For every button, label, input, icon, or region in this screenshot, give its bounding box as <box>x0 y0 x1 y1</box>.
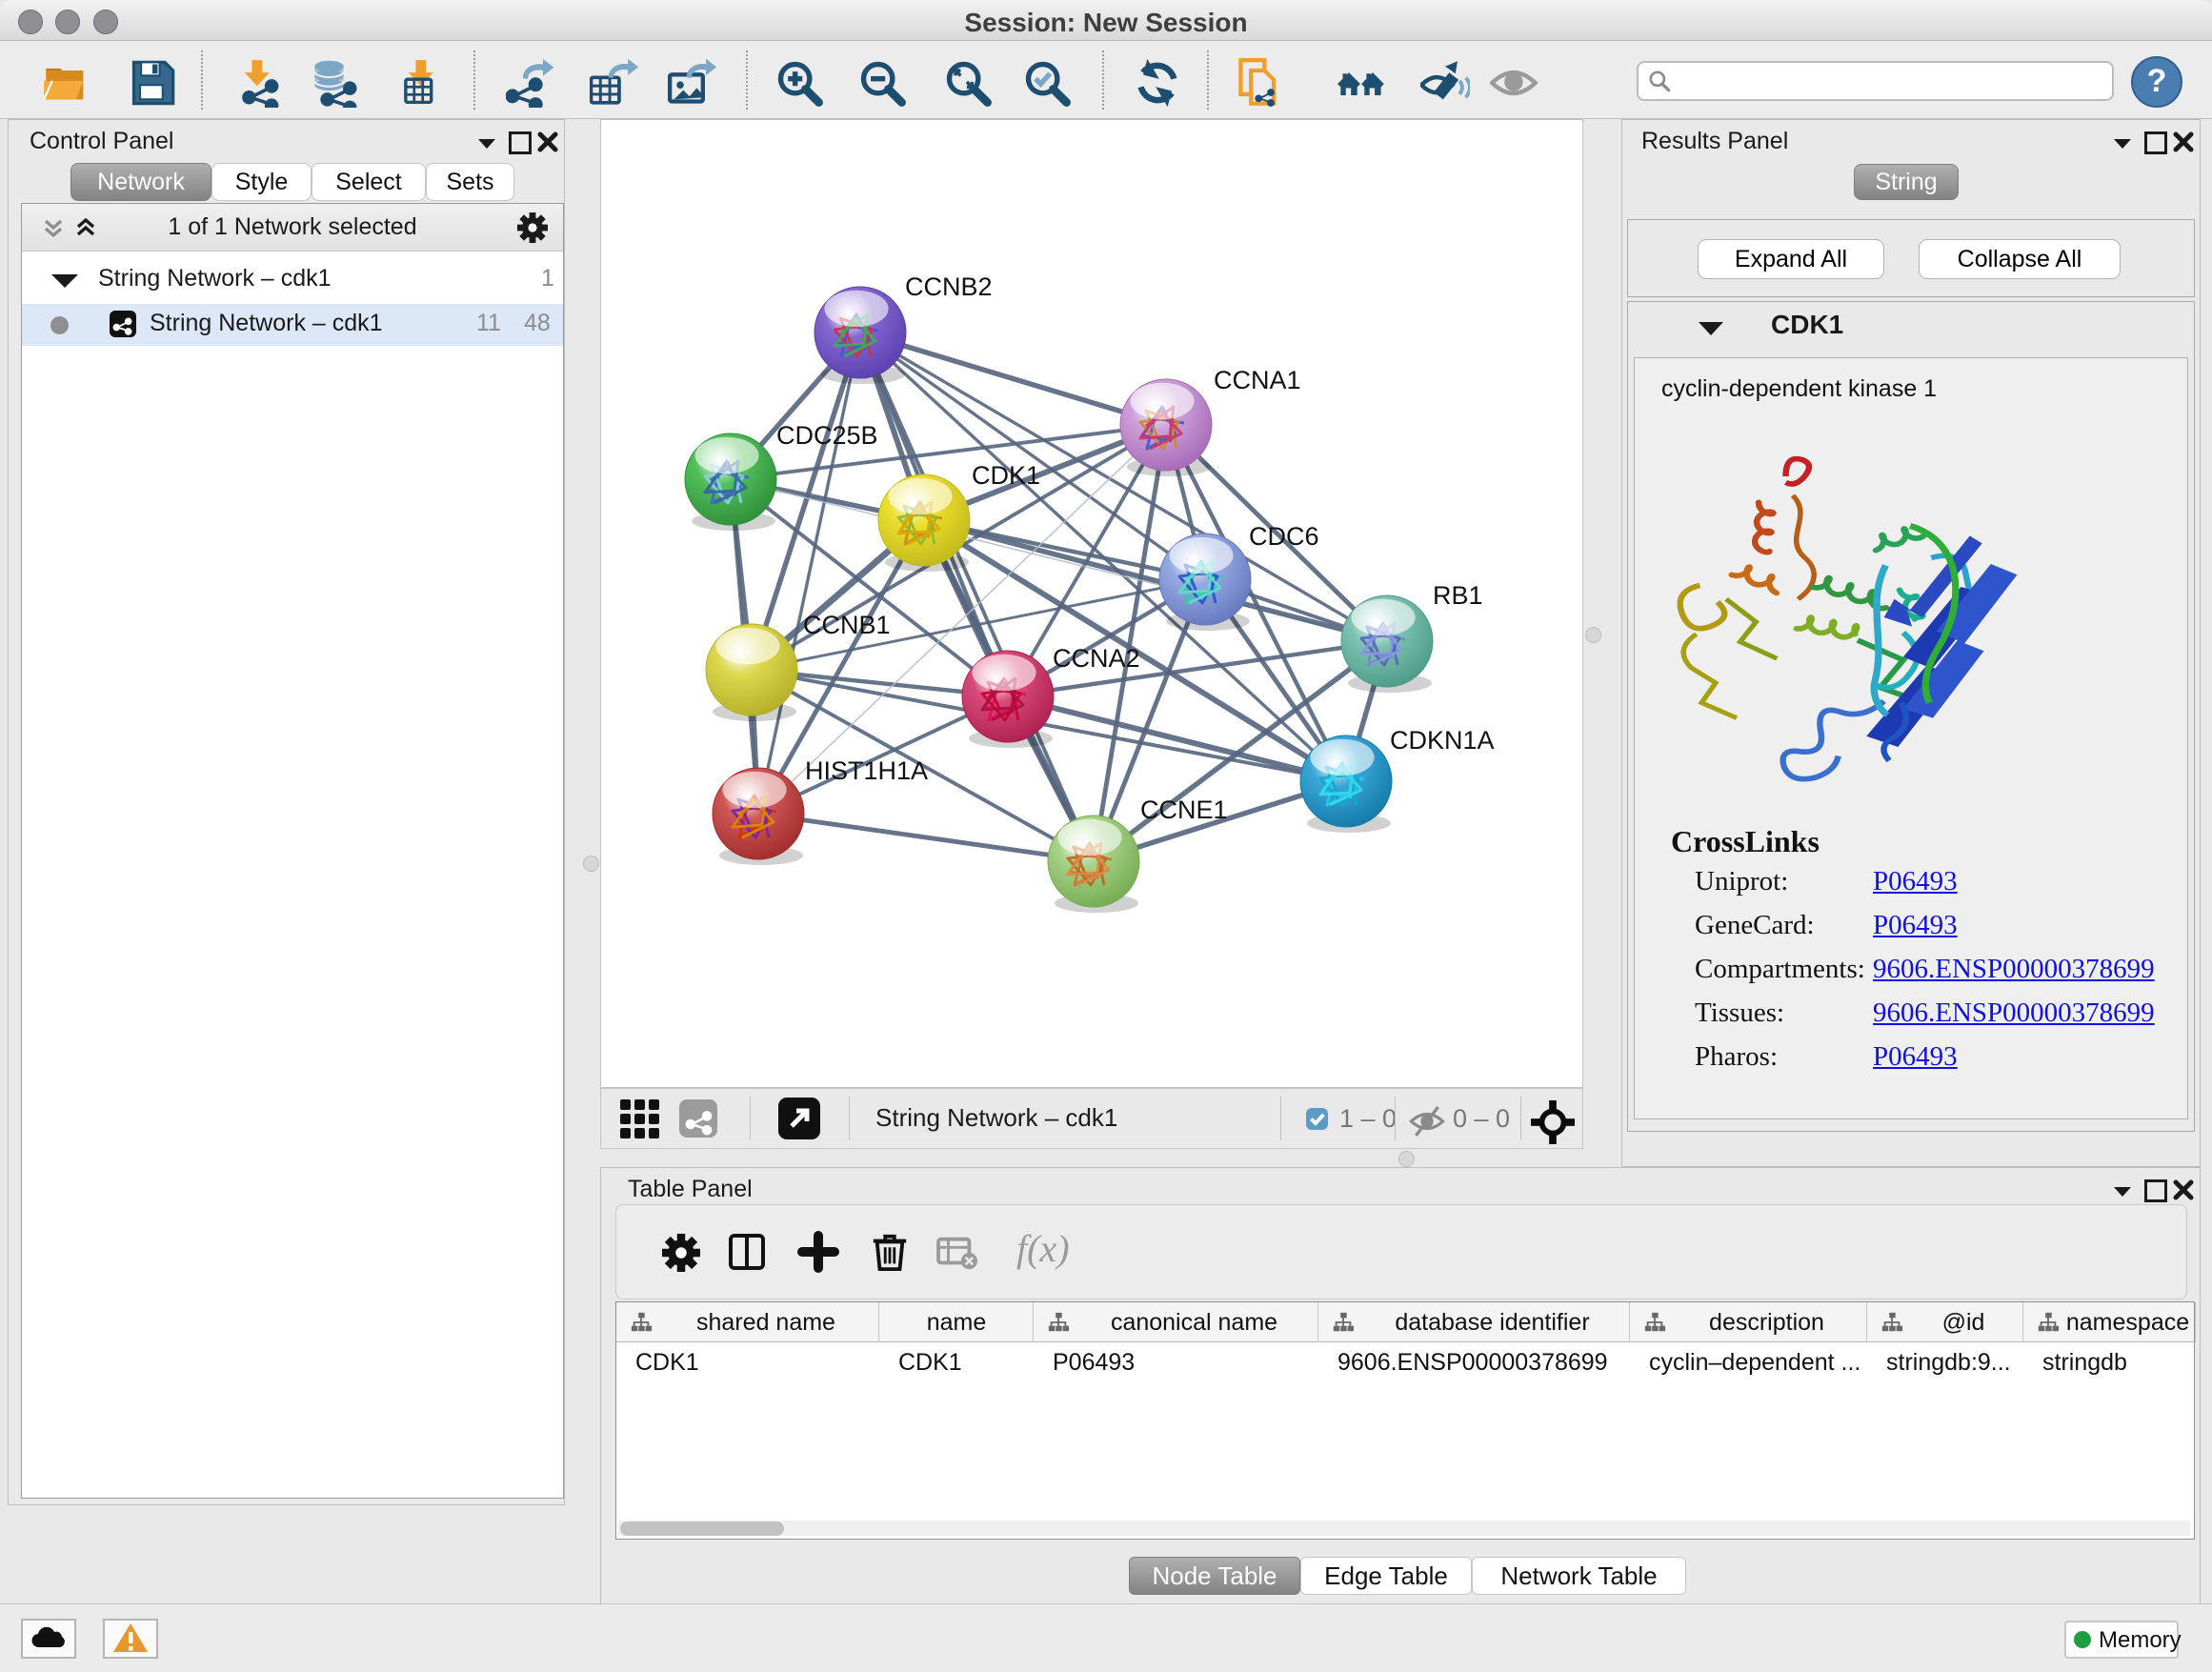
svg-text:CCNB1: CCNB1 <box>803 611 891 639</box>
svg-text:HIST1H1A: HIST1H1A <box>805 756 928 785</box>
svg-text:RB1: RB1 <box>1433 581 1483 610</box>
svg-text:CDC25B: CDC25B <box>776 421 878 450</box>
svg-text:CDKN1A: CDKN1A <box>1390 726 1495 755</box>
svg-text:CCNB2: CCNB2 <box>905 272 993 301</box>
svg-text:CCNA2: CCNA2 <box>1053 644 1140 673</box>
svg-text:CDK1: CDK1 <box>972 461 1040 490</box>
svg-text:CCNE1: CCNE1 <box>1140 796 1228 824</box>
svg-text:CCNA1: CCNA1 <box>1214 366 1301 394</box>
svg-text:CDC6: CDC6 <box>1249 522 1319 551</box>
